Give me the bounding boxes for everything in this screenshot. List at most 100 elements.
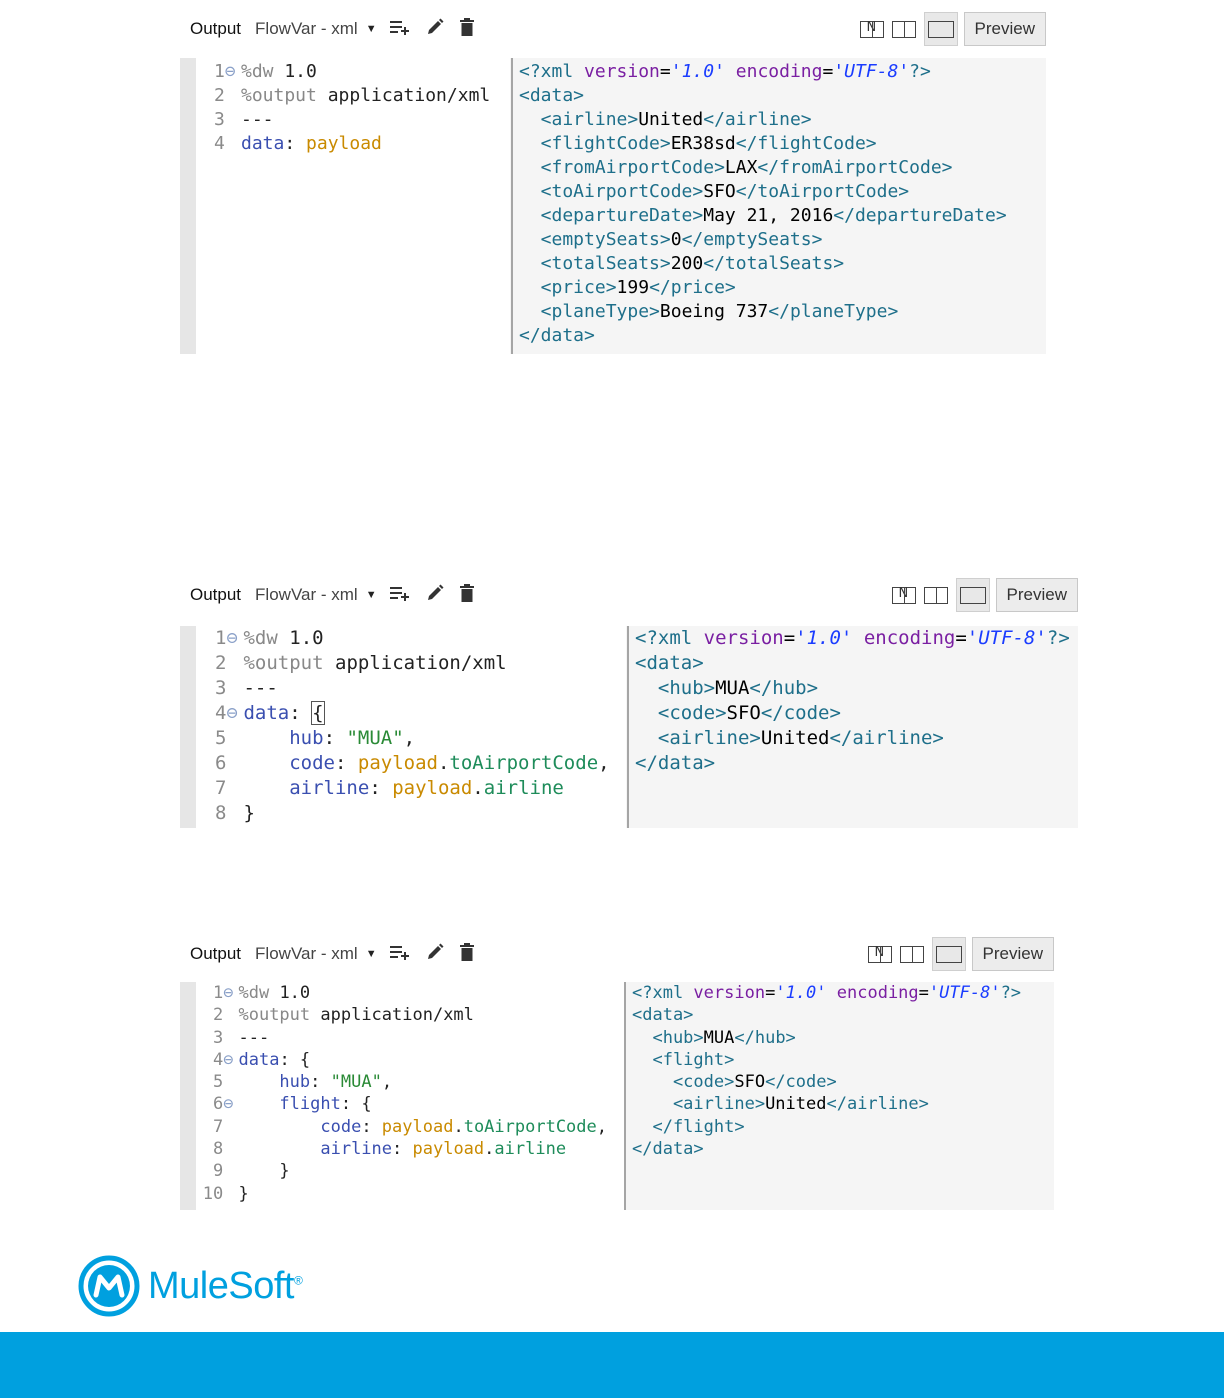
output-variable-select[interactable]: FlowVar - xml	[255, 944, 358, 964]
output-variable-select[interactable]: FlowVar - xml	[255, 585, 358, 605]
script-editor[interactable]: 1⊖ %dw 1.0 2 %output application/xml 3 --- 4…	[196, 982, 624, 1210]
chevron-down-icon[interactable]: ▼	[366, 23, 377, 35]
script-line[interactable]: 6 code: payload.toAirportCode,	[196, 751, 626, 776]
xml-token: </flightCode>	[735, 133, 877, 154]
layout-split-icon[interactable]	[923, 586, 948, 604]
fold-toggle-icon[interactable]: ⊖	[223, 982, 238, 1004]
add-output-icon[interactable]	[389, 943, 411, 966]
xml-token: version	[693, 983, 766, 1003]
script-line[interactable]: 8 }	[196, 801, 626, 826]
script-editor[interactable]: 1⊖ %dw 1.0 2 %output application/xml 3 --- 4…	[196, 58, 510, 354]
trash-icon[interactable]	[459, 583, 475, 608]
code-token: :	[361, 1116, 382, 1137]
fold-toggle-icon[interactable]: ⊖	[226, 701, 243, 726]
line-number: 2	[214, 652, 227, 674]
xml-token: SFO	[726, 702, 761, 724]
script-line[interactable]: 4⊖ data: {	[196, 1049, 624, 1071]
script-line[interactable]: 8 airline: payload.airline	[196, 1138, 624, 1160]
code-token: data	[240, 133, 285, 154]
preview-button[interactable]: Preview	[995, 578, 1078, 612]
script-line[interactable]: 9 }	[196, 1160, 624, 1182]
code-token: :	[284, 133, 307, 154]
code-token: }	[238, 1161, 290, 1182]
script-line[interactable]: 3 ---	[196, 108, 510, 132]
trash-icon[interactable]	[459, 17, 475, 42]
script-line[interactable]: 2 %output application/xml	[196, 1004, 624, 1026]
script-line[interactable]: 7 code: payload.toAirportCode,	[196, 1116, 624, 1138]
chevron-down-icon[interactable]: ▼	[366, 589, 377, 601]
script-line[interactable]: 7 airline: payload.airline	[196, 776, 626, 801]
layout-split-icon[interactable]	[891, 20, 916, 38]
code-token: ,	[596, 1116, 608, 1137]
layout-split-icon[interactable]	[899, 945, 924, 963]
code-token: %dw	[243, 627, 290, 649]
preview-button[interactable]: Preview	[963, 12, 1046, 46]
xml-token: </toAirportCode>	[735, 181, 910, 202]
output-preview: <?xml version='1.0' encoding='UTF-8'?> <d…	[513, 58, 1046, 354]
line-number: 8	[214, 802, 227, 824]
line-number: 7	[212, 1116, 224, 1137]
script-editor[interactable]: 1⊖ %dw 1.0 2 %output application/xml 3 --- 4…	[196, 626, 626, 828]
script-line[interactable]: 5 hub: "MUA",	[196, 1071, 624, 1093]
script-line[interactable]: 6⊖ flight: {	[196, 1093, 624, 1115]
fold-toggle-icon[interactable]: ⊖	[223, 1049, 238, 1071]
code-token: hub	[243, 727, 324, 749]
line-number: 3	[214, 677, 227, 699]
script-line[interactable]: 1⊖ %dw 1.0	[196, 60, 510, 84]
line-number: 2	[212, 1005, 224, 1026]
script-line[interactable]: 3 ---	[196, 1027, 624, 1049]
script-line[interactable]: 1⊖ %dw 1.0	[196, 982, 624, 1004]
trash-icon[interactable]	[459, 942, 475, 967]
code-token: payload	[412, 1139, 485, 1160]
script-line[interactable]: 10 }	[196, 1183, 624, 1205]
script-line[interactable]: 4 data: payload	[196, 132, 510, 156]
script-line[interactable]: 4⊖ data: {	[196, 701, 626, 726]
pencil-icon[interactable]	[425, 17, 445, 42]
script-line[interactable]: 3 ---	[196, 676, 626, 701]
output-variable-select[interactable]: FlowVar - xml	[255, 19, 358, 39]
script-line[interactable]: 1⊖ %dw 1.0	[196, 626, 626, 651]
line-number: 3	[212, 1027, 224, 1048]
code-token: payload	[357, 752, 438, 774]
xml-token: </airline>	[826, 1094, 929, 1115]
layout-source-icon[interactable]: N	[891, 586, 916, 604]
script-line[interactable]: 2 %output application/xml	[196, 84, 510, 108]
code-token: .	[437, 752, 450, 774]
add-output-icon[interactable]	[389, 584, 411, 607]
script-line[interactable]: 2 %output application/xml	[196, 651, 626, 676]
layout-single-button[interactable]	[931, 937, 966, 971]
xml-token: version	[584, 61, 660, 82]
xml-token: </fromAirportCode>	[757, 157, 953, 178]
layout-single-button[interactable]	[923, 12, 958, 46]
fold-toggle-icon[interactable]: ⊖	[226, 626, 243, 651]
pencil-icon[interactable]	[425, 583, 445, 608]
code-token: :	[289, 702, 313, 724]
fold-toggle-icon[interactable]: ⊖	[223, 1093, 238, 1115]
output-line: <airline>United</airline>	[632, 1093, 1054, 1115]
code-token: airline	[243, 777, 370, 799]
script-line[interactable]: 5 hub: "MUA",	[196, 726, 626, 751]
xml-token: =	[955, 627, 967, 649]
code-token: toAirportCode	[463, 1116, 597, 1137]
line-number: 9	[212, 1161, 224, 1182]
code-token: payload	[306, 133, 382, 154]
line-number: 10	[202, 1183, 224, 1204]
output-line: </data>	[635, 751, 1078, 776]
layout-source-icon[interactable]: N	[859, 20, 884, 38]
layout-source-icon[interactable]: N	[867, 945, 892, 963]
code-token: ---	[240, 109, 274, 130]
fold-toggle-icon[interactable]: ⊖	[225, 60, 241, 84]
preview-button[interactable]: Preview	[971, 937, 1054, 971]
add-output-icon[interactable]	[389, 18, 411, 41]
xml-token: </planeType>	[768, 301, 899, 322]
layout-single-button[interactable]	[955, 578, 990, 612]
output-line: <?xml version='1.0' encoding='UTF-8'?>	[632, 982, 1054, 1004]
code-token: %dw	[240, 61, 285, 82]
output-line: </data>	[519, 324, 1046, 348]
code-token: payload	[392, 777, 473, 799]
code-token: }	[243, 802, 255, 824]
pencil-icon[interactable]	[425, 942, 445, 967]
chevron-down-icon[interactable]: ▼	[366, 948, 377, 960]
output-line: <code>SFO</code>	[635, 701, 1078, 726]
